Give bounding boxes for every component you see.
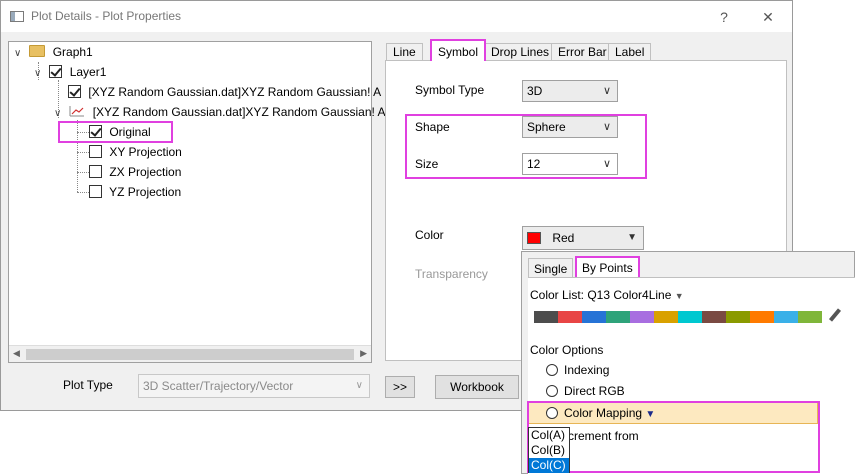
- highlight-original: [58, 121, 173, 143]
- palette-swatch[interactable]: [582, 311, 606, 323]
- color-list-label[interactable]: Color List: Q13 Color4Line ▼: [530, 288, 684, 302]
- scroll-thumb[interactable]: [26, 349, 354, 360]
- tree-item-xy-projection[interactable]: XY Projection: [89, 143, 182, 161]
- workbook-button[interactable]: Workbook: [435, 375, 519, 399]
- red-swatch-icon: [527, 232, 541, 244]
- caret-down-icon: ▼: [645, 409, 656, 420]
- tree-item-zx-projection[interactable]: ZX Projection: [89, 163, 181, 181]
- palette-swatch[interactable]: [654, 311, 678, 323]
- size-label: Size: [415, 157, 439, 171]
- palette-swatch[interactable]: [678, 311, 702, 323]
- color-select[interactable]: Red ▼: [522, 226, 644, 250]
- dropdown-item[interactable]: Col(A): [529, 428, 569, 443]
- palette-swatch[interactable]: [534, 311, 558, 323]
- dropdown-item[interactable]: Col(B): [529, 443, 569, 458]
- tree-label-graph1: Graph1: [52, 45, 93, 59]
- color-palette[interactable]: [534, 311, 822, 323]
- title-bar: Plot Details - Plot Properties ? ✕: [1, 1, 792, 32]
- collapse-icon[interactable]: ∨: [14, 45, 26, 63]
- option-indexing[interactable]: Indexing: [546, 363, 609, 377]
- chevron-down-icon: ∨: [602, 121, 611, 133]
- tree-label-zx-projection: ZX Projection: [109, 165, 182, 179]
- tree-item-graph1[interactable]: ∨ Graph1: [14, 43, 93, 61]
- indexing-radio[interactable]: [546, 364, 558, 376]
- horizontal-scrollbar[interactable]: ◀ ▶: [9, 345, 371, 362]
- plot-tree[interactable]: ∨ Graph1 ∨ Layer1 [XYZ Random Gaussian.d…: [8, 41, 386, 363]
- tree-item-yz-projection[interactable]: YZ Projection: [89, 183, 181, 201]
- color-list-text: Color List: Q13 Color4Line: [530, 288, 672, 302]
- size-value: 12: [527, 157, 541, 171]
- tab-label[interactable]: Label: [608, 43, 652, 61]
- caret-down-icon: ▼: [674, 291, 684, 301]
- tab-error-bar[interactable]: Error Bar: [551, 43, 614, 61]
- color-mapping-radio[interactable]: [546, 407, 558, 419]
- folder-icon: [29, 45, 46, 57]
- symbol-type-label: Symbol Type: [415, 83, 485, 97]
- tab-by-points[interactable]: By Points: [575, 256, 640, 278]
- shape-label: Shape: [415, 120, 450, 134]
- palette-swatch[interactable]: [774, 311, 798, 323]
- symbol-type-value: 3D: [527, 84, 543, 98]
- help-button[interactable]: ?: [714, 7, 734, 27]
- dropdown-item-selected[interactable]: Col(C): [529, 458, 569, 473]
- yz-projection-checkbox[interactable]: [89, 185, 102, 198]
- option-direct-rgb[interactable]: Direct RGB: [546, 384, 625, 398]
- color-options-label: Color Options: [530, 343, 604, 357]
- plot1-checkbox[interactable]: [68, 85, 81, 98]
- plot-type-label: Plot Type: [63, 378, 113, 392]
- tree-item-plot1[interactable]: [XYZ Random Gaussian.dat]XYZ Random Gaus…: [68, 83, 381, 101]
- tree-item-plot2[interactable]: ∨ [XYZ Random Gaussian.dat]XYZ Random Ga…: [54, 103, 386, 121]
- option-color-mapping[interactable]: Color Mapping ▼: [546, 406, 655, 420]
- palette-swatch[interactable]: [726, 311, 750, 323]
- chevron-down-icon: ∨: [355, 380, 363, 391]
- color-popup: Single By Points Color List: Q13 Color4L…: [521, 251, 855, 475]
- plot-type-select[interactable]: 3D Scatter/Trajectory/Vector ∨: [138, 374, 370, 398]
- size-combo[interactable]: 12 ∨: [522, 153, 618, 175]
- tree-label-plot1: [XYZ Random Gaussian.dat]XYZ Random Gaus…: [88, 85, 382, 99]
- palette-swatch[interactable]: [630, 311, 654, 323]
- plot-type-value: 3D Scatter/Trajectory/Vector: [143, 379, 294, 393]
- direct-rgb-radio[interactable]: [546, 385, 558, 397]
- transparency-label: Transparency: [415, 267, 488, 281]
- color-mapping-label: Color Mapping: [564, 406, 643, 420]
- layer1-checkbox[interactable]: [49, 65, 63, 78]
- palette-swatch[interactable]: [750, 311, 774, 323]
- chevron-down-icon: ∨: [602, 85, 611, 97]
- xy-projection-checkbox[interactable]: [89, 145, 102, 158]
- tree-label-layer1: Layer1: [69, 65, 107, 79]
- palette-swatch[interactable]: [558, 311, 582, 323]
- chevron-down-icon: ∨: [602, 158, 611, 170]
- close-button[interactable]: ✕: [758, 7, 778, 27]
- direct-rgb-label: Direct RGB: [564, 384, 625, 398]
- palette-swatch[interactable]: [606, 311, 630, 323]
- tree-item-layer1[interactable]: ∨ Layer1: [34, 63, 106, 81]
- palette-swatch[interactable]: [798, 311, 822, 323]
- column-dropdown-list[interactable]: Col(A) Col(B) Col(C): [528, 427, 570, 473]
- tab-single[interactable]: Single: [528, 258, 574, 278]
- scroll-left-icon[interactable]: ◀: [13, 348, 20, 359]
- tab-drop-lines[interactable]: Drop Lines: [484, 43, 557, 61]
- shape-select[interactable]: Sphere ∨: [522, 116, 618, 138]
- tree-label-xy-projection: XY Projection: [109, 145, 182, 159]
- expand-button[interactable]: >>: [385, 376, 415, 398]
- window-icon: [10, 11, 24, 22]
- line-plot-icon: [69, 106, 85, 117]
- zx-projection-checkbox[interactable]: [89, 165, 102, 178]
- window-title: Plot Details - Plot Properties: [31, 9, 182, 23]
- tab-symbol[interactable]: Symbol: [430, 39, 487, 61]
- shape-value: Sphere: [527, 120, 566, 134]
- tree-label-plot2: [XYZ Random Gaussian.dat]XYZ Random Gaus…: [92, 105, 386, 119]
- symbol-type-select[interactable]: 3D ∨: [522, 80, 618, 102]
- indexing-label: Indexing: [564, 363, 610, 377]
- color-label: Color: [415, 228, 444, 242]
- tree-label-yz-projection: YZ Projection: [109, 185, 182, 199]
- palette-swatch[interactable]: [702, 311, 726, 323]
- increment-from-label: crement from: [568, 429, 639, 443]
- color-value: Red: [552, 231, 575, 245]
- tab-line[interactable]: Line: [386, 43, 423, 61]
- caret-down-icon: ▼: [627, 232, 637, 243]
- scroll-right-icon[interactable]: ▶: [360, 348, 367, 359]
- collapse-icon[interactable]: ∨: [34, 65, 46, 83]
